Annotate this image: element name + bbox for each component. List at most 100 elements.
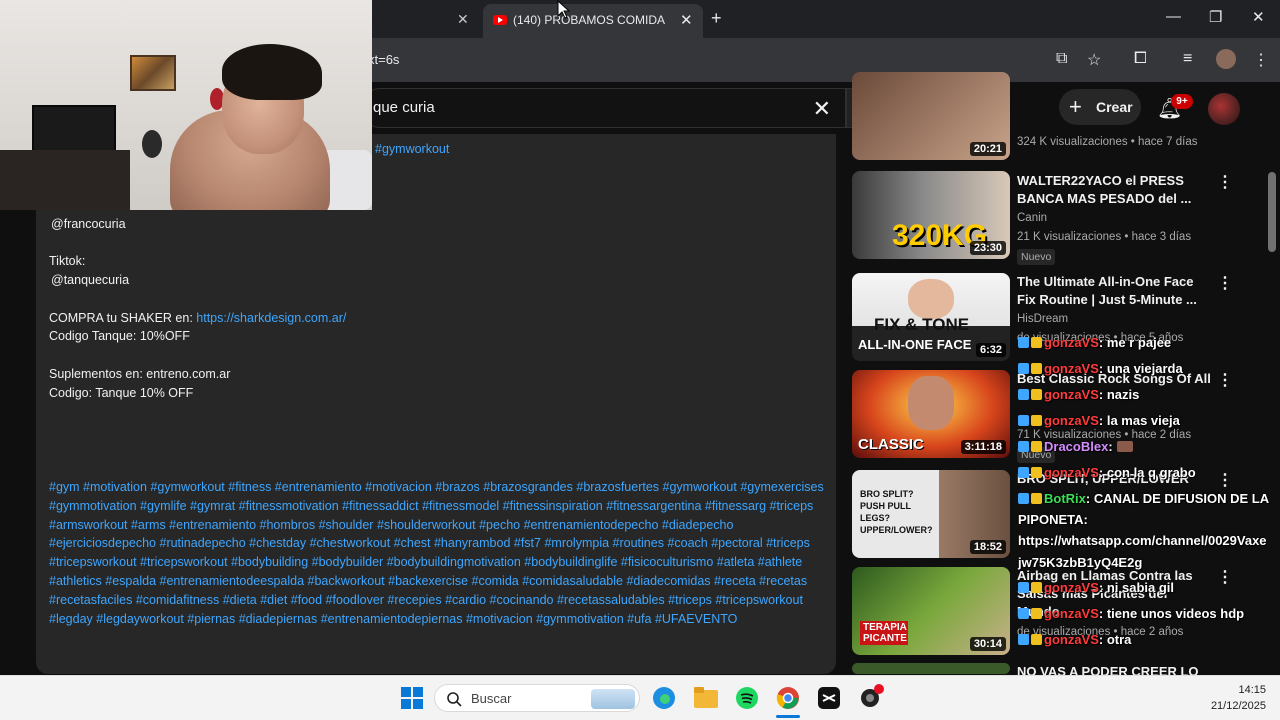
taskbar-search-placeholder: Buscar bbox=[471, 691, 512, 706]
clock-time: 14:15 bbox=[1238, 684, 1266, 696]
windows-start-icon[interactable] bbox=[401, 687, 423, 709]
video-menu-icon[interactable]: ⋮ bbox=[1217, 470, 1233, 490]
window-close-icon[interactable]: ✕ bbox=[1252, 8, 1265, 26]
tiktok-handle: @tanquecuria bbox=[51, 273, 130, 287]
chat-badge-icon bbox=[1018, 493, 1029, 504]
video-menu-icon[interactable]: ⋮ bbox=[1217, 567, 1233, 587]
search-input[interactable]: que curia ✕ bbox=[360, 88, 846, 128]
search-icon bbox=[447, 692, 462, 707]
video-menu-icon[interactable]: ⋮ bbox=[1217, 370, 1233, 390]
edge-browser-icon[interactable] bbox=[652, 686, 676, 710]
notifications-badge: 9+ bbox=[1171, 94, 1193, 109]
chat-badge-icon bbox=[1018, 363, 1029, 374]
video-thumbnail[interactable]: BRO SPLIT? PUSH PULL LEGS? UPPER/LOWER? … bbox=[852, 470, 1010, 558]
minimize-icon[interactable]: — bbox=[1166, 8, 1181, 25]
chat-badge-icon bbox=[1031, 389, 1042, 400]
chat-badge-icon bbox=[1031, 337, 1042, 348]
video-channel[interactable]: HisDream bbox=[1017, 313, 1068, 325]
chat-badge-icon bbox=[1018, 467, 1029, 478]
capcut-icon[interactable] bbox=[818, 687, 840, 709]
new-badge: Nuevo bbox=[1017, 249, 1056, 265]
chat-message-continued: PIPONETA: bbox=[1018, 512, 1088, 527]
chat-badge-icon bbox=[1031, 582, 1042, 593]
windows-taskbar bbox=[0, 675, 1280, 720]
supplements-text: Suplementos en: entreno.com.ar bbox=[49, 367, 231, 381]
chat-message: gonzaVS: ni sabia gil bbox=[1018, 580, 1174, 595]
streaming-app-icon[interactable] bbox=[859, 683, 885, 709]
media-control-icon[interactable]: ≡ bbox=[1183, 50, 1192, 68]
tab-title: (140) PROBAMOS COMIDA DEL bbox=[513, 13, 665, 27]
extensions-icon[interactable]: ⧠ bbox=[1134, 50, 1147, 68]
video-menu-icon[interactable]: ⋮ bbox=[1217, 172, 1233, 192]
chat-badge-icon bbox=[1031, 441, 1042, 452]
spotify-icon[interactable] bbox=[735, 686, 759, 710]
new-tab-icon[interactable]: + bbox=[711, 8, 722, 29]
create-button[interactable]: + Crear bbox=[1059, 89, 1141, 125]
search-query: que curia bbox=[373, 99, 435, 116]
install-app-icon[interactable]: ⧉ bbox=[1056, 50, 1067, 68]
person-hair bbox=[222, 44, 322, 100]
chat-badge-icon bbox=[1031, 363, 1042, 374]
chat-message-continued: https://whatsapp.com/channel/0029Vaxe bbox=[1018, 533, 1267, 548]
video-duration: 23:30 bbox=[969, 241, 1006, 255]
description-top-hashtag[interactable]: #gymworkout bbox=[375, 140, 449, 159]
bookmark-star-icon[interactable]: ☆ bbox=[1087, 50, 1101, 70]
profile-avatar[interactable] bbox=[1216, 49, 1236, 69]
video-thumbnail[interactable]: TERAPIA PICANTE 30:14 bbox=[852, 567, 1010, 655]
chat-badge-icon bbox=[1031, 634, 1042, 645]
thumbnail-face bbox=[908, 376, 954, 430]
chat-badge-icon bbox=[1018, 608, 1029, 619]
video-duration: 18:52 bbox=[969, 540, 1006, 554]
video-duration: 30:14 bbox=[969, 637, 1006, 651]
video-duration: 3:11:18 bbox=[960, 440, 1006, 454]
shaker-label: COMPRA tu SHAKER en: bbox=[49, 311, 197, 325]
tab-active[interactable]: (140) PROBAMOS COMIDA DEL ✕ bbox=[483, 4, 703, 38]
file-explorer-icon[interactable] bbox=[694, 687, 718, 709]
instagram-handle: @francocuria bbox=[51, 217, 126, 231]
restore-icon[interactable]: ❐ bbox=[1209, 8, 1222, 26]
chat-message-continued: jw75K3zbB1yQ4E2g bbox=[1018, 555, 1143, 570]
search-highlight-icon bbox=[591, 689, 635, 709]
taskbar-search-input[interactable]: Buscar bbox=[434, 684, 640, 712]
description-hashtags[interactable]: #gym #motivation #gymworkout #fitness #e… bbox=[49, 478, 829, 628]
youtube-favicon-icon bbox=[493, 15, 507, 25]
video-meta: 21 K visualizaciones • hace 3 días bbox=[1017, 231, 1192, 243]
chat-message: DracoBlex: bbox=[1018, 439, 1135, 454]
clear-search-icon[interactable]: ✕ bbox=[813, 96, 831, 122]
video-duration: 6:32 bbox=[975, 343, 1006, 357]
webcam-overlay bbox=[0, 0, 372, 210]
video-menu-icon[interactable]: ⋮ bbox=[1217, 273, 1233, 293]
shaker-link[interactable]: https://sharkdesign.com.ar/ bbox=[196, 311, 346, 325]
plus-icon: + bbox=[1069, 94, 1082, 119]
tab-close-icon[interactable]: ✕ bbox=[680, 11, 693, 29]
chat-badge-icon bbox=[1031, 493, 1042, 504]
video-title[interactable]: WALTER22YACO el PRESS BANCA MAS PESADO d… bbox=[1017, 172, 1212, 208]
video-thumbnail[interactable]: CLASSIC 3:11:18 bbox=[852, 370, 1010, 458]
chat-message: BotRix: CANAL DE DIFUSION DE LA bbox=[1018, 491, 1269, 506]
video-duration: 20:21 bbox=[969, 142, 1006, 156]
chat-message: gonzaVS: tiene unos videos hdp bbox=[1018, 606, 1244, 621]
video-thumbnail[interactable] bbox=[852, 663, 1010, 674]
video-channel[interactable]: Canin bbox=[1017, 212, 1047, 224]
chrome-icon[interactable] bbox=[776, 686, 800, 710]
browser-menu-icon[interactable]: ⋮ bbox=[1253, 50, 1269, 70]
account-avatar[interactable] bbox=[1208, 93, 1240, 125]
video-thumbnail[interactable]: 20:21 bbox=[852, 72, 1010, 160]
chat-badge-icon bbox=[1018, 634, 1029, 645]
mouse-cursor-icon bbox=[557, 0, 571, 19]
sidebar-scrollbar[interactable] bbox=[1268, 172, 1276, 252]
chat-emote-icon bbox=[1116, 441, 1133, 452]
url-field[interactable]: xt=6s bbox=[360, 46, 1040, 74]
video-thumbnail[interactable]: 320KG 23:30 bbox=[852, 171, 1010, 259]
chat-message: gonzaVS: me r pajee bbox=[1018, 335, 1171, 350]
create-label: Crear bbox=[1096, 99, 1133, 115]
inactive-tab-close-icon[interactable]: ✕ bbox=[457, 11, 469, 28]
chat-badge-icon bbox=[1031, 415, 1042, 426]
chat-badge-icon bbox=[1018, 582, 1029, 593]
taskbar-clock[interactable]: 14:15 21/12/2025 bbox=[1196, 682, 1266, 714]
video-title[interactable]: The Ultimate All-in-One Face Fix Routine… bbox=[1017, 273, 1212, 309]
url-text: xt=6s bbox=[368, 52, 400, 67]
chat-message: gonzaVS: la mas vieja bbox=[1018, 413, 1180, 428]
video-thumbnail[interactable]: FIX & TONE ALL-IN-ONE FACE 6:32 bbox=[852, 273, 1010, 361]
shaker-text: COMPRA tu SHAKER en: https://sharkdesign… bbox=[49, 309, 346, 328]
